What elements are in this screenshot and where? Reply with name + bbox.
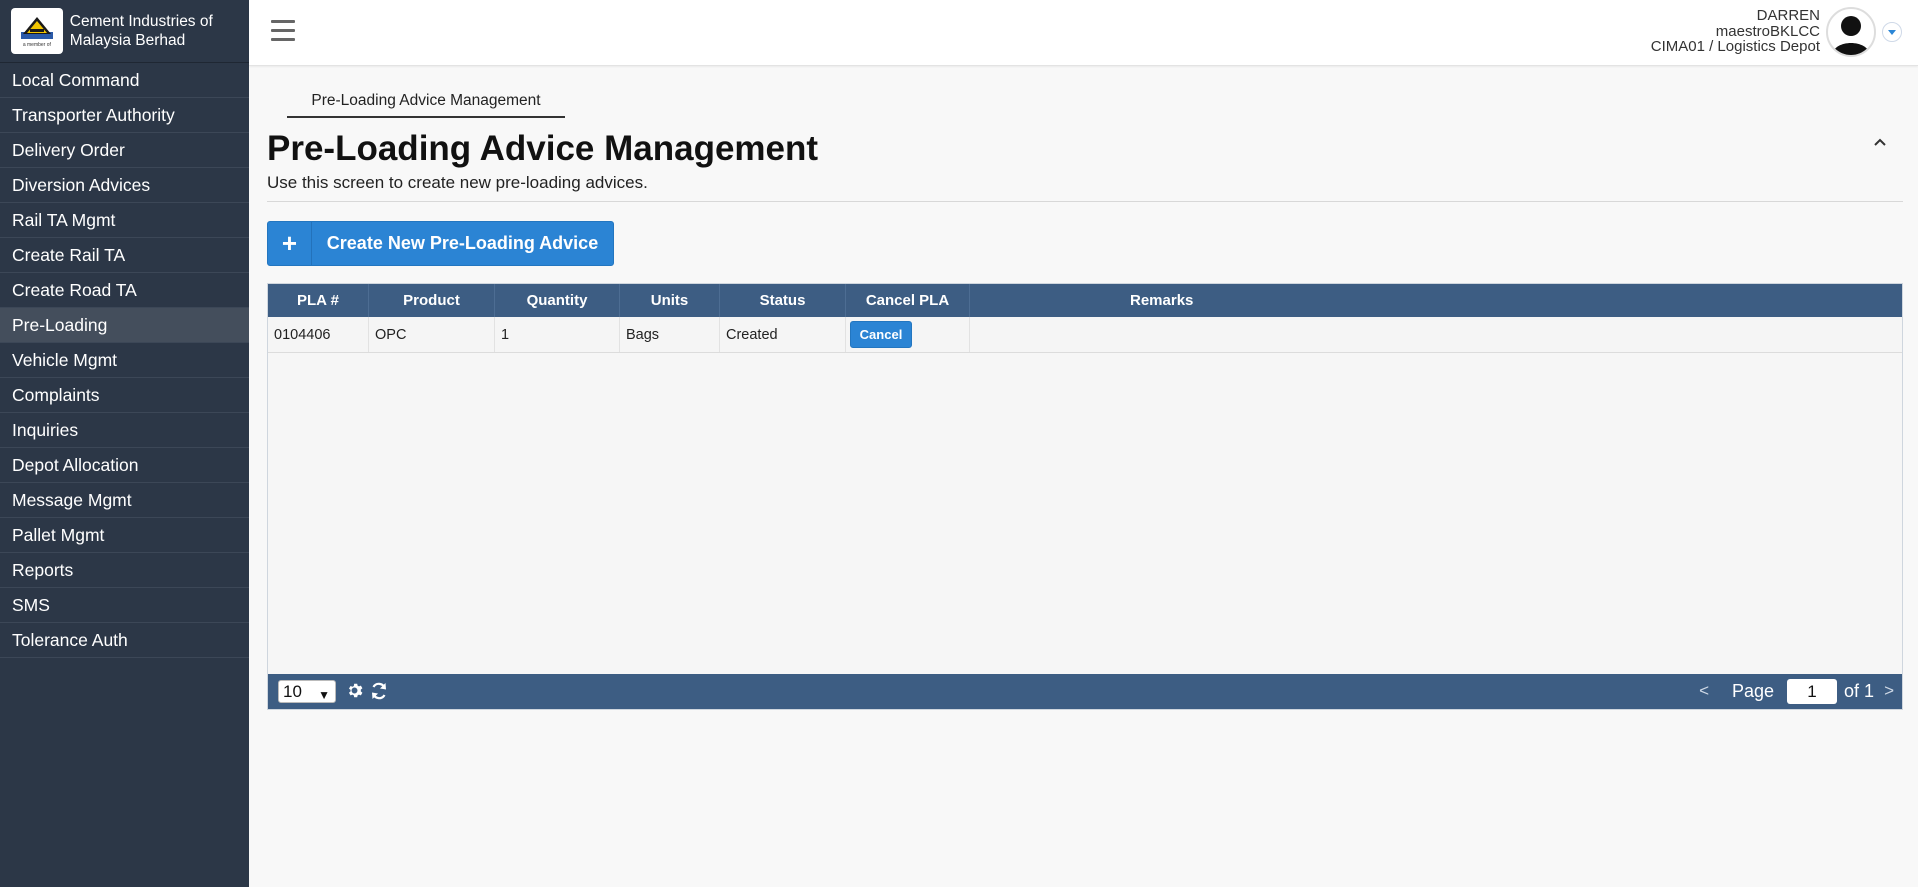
column-header-units[interactable]: Units xyxy=(620,284,720,317)
page-size-value: 10 xyxy=(283,682,302,701)
cancel-pla-button[interactable]: Cancel xyxy=(850,321,912,348)
cell-cancel: Cancel xyxy=(846,317,970,352)
page-description: Use this screen to create new pre-loadin… xyxy=(267,173,648,192)
sidebar: a member of Cement Industries of Malaysi… xyxy=(0,0,249,887)
topbar: DARREN maestroBKLCC CIMA01 / Logistics D… xyxy=(249,0,1918,66)
sidebar-nav: Local Command Transporter Authority Deli… xyxy=(0,63,249,658)
page-size-select[interactable]: 10 ▼ xyxy=(278,680,336,703)
cell-status: Created xyxy=(720,317,846,352)
cell-remarks xyxy=(970,317,1902,352)
main-content: Pre-Loading Advice Management Pre-Loadin… xyxy=(249,66,1918,887)
avatar[interactable] xyxy=(1826,7,1876,57)
sidebar-item-diversion-advices[interactable]: Diversion Advices xyxy=(0,168,249,203)
cell-pla: 0104406 xyxy=(268,317,369,352)
previous-page-button[interactable]: < xyxy=(1699,681,1709,701)
company-logo: a member of xyxy=(11,8,63,54)
sidebar-item-pallet-mgmt[interactable]: Pallet Mgmt xyxy=(0,518,249,553)
sidebar-item-inquiries[interactable]: Inquiries xyxy=(0,413,249,448)
sidebar-item-tolerance-auth[interactable]: Tolerance Auth xyxy=(0,623,249,658)
divider xyxy=(267,201,1903,202)
brand-name: Cement Industries of Malaysia Berhad xyxy=(69,13,213,49)
column-header-product[interactable]: Product xyxy=(369,284,495,317)
sidebar-item-pre-loading[interactable]: Pre-Loading xyxy=(0,308,249,343)
user-account: maestroBKLCC xyxy=(1715,22,1820,40)
user-location: CIMA01 / Logistics Depot xyxy=(1650,38,1820,55)
sidebar-item-complaints[interactable]: Complaints xyxy=(0,378,249,413)
grid-header: PLA # Product Quantity Units Status Canc… xyxy=(268,284,1902,317)
column-header-remarks[interactable]: Remarks xyxy=(970,284,1902,317)
sidebar-item-rail-ta-mgmt[interactable]: Rail TA Mgmt xyxy=(0,203,249,238)
tab-pre-loading-advice-management[interactable]: Pre-Loading Advice Management xyxy=(287,90,565,118)
sidebar-item-create-rail-ta[interactable]: Create Rail TA xyxy=(0,238,249,273)
grid-pager: 10 ▼ < Page 1 of 1 > xyxy=(268,674,1902,709)
column-header-quantity[interactable]: Quantity xyxy=(495,284,620,317)
next-page-button[interactable]: > xyxy=(1884,681,1894,701)
refresh-icon[interactable] xyxy=(369,681,389,706)
logo-tagline: a member of xyxy=(22,41,51,48)
create-button-label: Create New Pre-Loading Advice xyxy=(326,233,599,253)
sidebar-item-reports[interactable]: Reports xyxy=(0,553,249,588)
column-header-cancel-pla[interactable]: Cancel PLA xyxy=(846,284,970,317)
sidebar-item-depot-allocation[interactable]: Depot Allocation xyxy=(0,448,249,483)
hamburger-menu-icon[interactable] xyxy=(271,20,295,42)
brand[interactable]: a member of Cement Industries of Malaysi… xyxy=(0,0,249,63)
plus-icon: + xyxy=(268,222,312,265)
column-header-pla[interactable]: PLA # xyxy=(268,284,369,317)
sidebar-item-local-command[interactable]: Local Command xyxy=(0,63,249,98)
sidebar-item-sms[interactable]: SMS xyxy=(0,588,249,623)
user-info: DARREN maestroBKLCC CIMA01 / Logistics D… xyxy=(1651,8,1820,55)
sidebar-item-delivery-order[interactable]: Delivery Order xyxy=(0,133,249,168)
page-title: Pre-Loading Advice Management xyxy=(267,129,819,168)
page-number-input[interactable]: 1 xyxy=(1787,679,1837,704)
table-row[interactable]: 0104406 OPC 1 Bags Created Cancel xyxy=(268,317,1902,353)
sidebar-item-message-mgmt[interactable]: Message Mgmt xyxy=(0,483,249,518)
user-name: DARREN xyxy=(1756,7,1820,24)
gear-icon[interactable] xyxy=(346,682,363,704)
column-header-status[interactable]: Status xyxy=(720,284,846,317)
chevron-down-icon: ▼ xyxy=(318,688,330,702)
user-menu-dropdown-icon[interactable] xyxy=(1882,22,1902,42)
sidebar-item-create-road-ta[interactable]: Create Road TA xyxy=(0,273,249,308)
cell-quantity: 1 xyxy=(495,317,620,352)
page-count-label: of 1 xyxy=(1843,681,1874,701)
create-pre-loading-advice-button[interactable]: + Create New Pre-Loading Advice xyxy=(267,221,614,266)
cell-units: Bags xyxy=(620,317,720,352)
page-label: Page xyxy=(1731,681,1774,701)
sidebar-item-vehicle-mgmt[interactable]: Vehicle Mgmt xyxy=(0,343,249,378)
sidebar-item-transporter-authority[interactable]: Transporter Authority xyxy=(0,98,249,133)
cell-product: OPC xyxy=(369,317,495,352)
chevron-up-icon[interactable] xyxy=(1872,134,1888,150)
pla-grid: PLA # Product Quantity Units Status Canc… xyxy=(267,283,1903,710)
